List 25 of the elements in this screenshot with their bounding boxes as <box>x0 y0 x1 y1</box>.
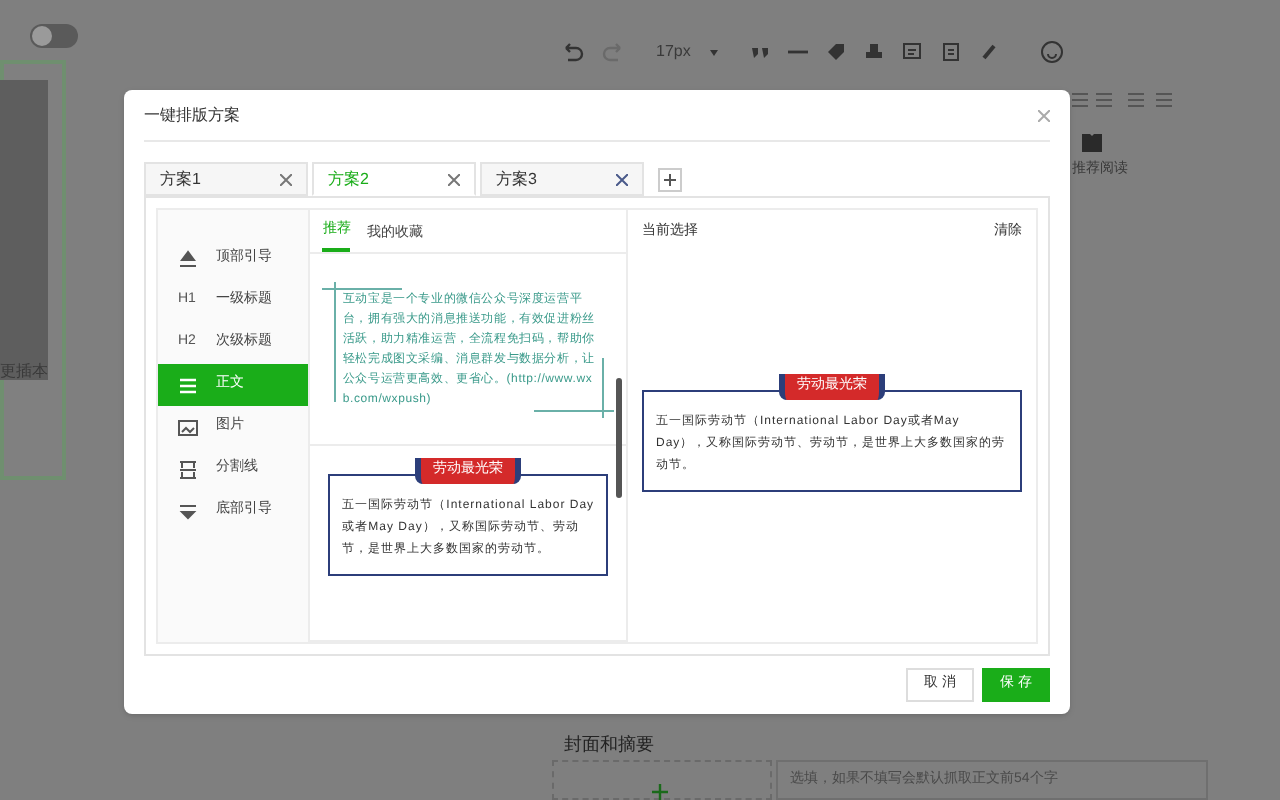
tab[interactable]: 方案3 <box>480 162 644 196</box>
scrollbar <box>616 378 622 498</box>
close-icon[interactable] <box>448 173 460 185</box>
list-icon <box>178 375 198 395</box>
stamp-icon[interactable] <box>864 42 885 62</box>
dialog-title: 一键排版方案 <box>144 104 240 128</box>
add-tab-icon[interactable] <box>658 168 682 192</box>
caret-icon[interactable] <box>708 46 721 58</box>
book-icon <box>1082 134 1102 152</box>
undo-icon[interactable] <box>560 40 584 64</box>
image-icon <box>178 417 198 437</box>
close-icon[interactable] <box>616 173 628 185</box>
section-title: 封面和摘要 <box>564 732 654 758</box>
tag-icon[interactable] <box>826 42 847 62</box>
tab[interactable]: 方案1 <box>144 162 308 196</box>
document-icon[interactable] <box>940 42 961 62</box>
divider-icon <box>178 459 198 479</box>
toggle-switch[interactable] <box>30 24 78 48</box>
note-icon[interactable] <box>902 42 923 62</box>
quote-icon[interactable] <box>750 42 771 62</box>
top-guide-icon <box>178 249 198 269</box>
emoji-icon[interactable] <box>1040 40 1065 64</box>
plus-icon <box>652 784 668 800</box>
close-icon[interactable] <box>280 173 292 185</box>
bottom-guide-icon <box>178 501 198 521</box>
